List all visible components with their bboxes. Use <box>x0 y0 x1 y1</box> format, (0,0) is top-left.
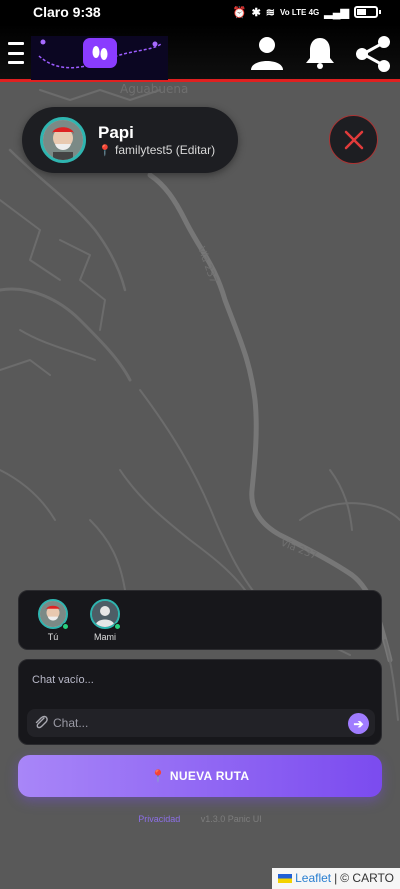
online-indicator <box>62 623 69 630</box>
svg-text:Aguabuena: Aguabuena <box>120 82 188 96</box>
app-logo <box>31 36 168 80</box>
chat-empty-text: Chat vacío... <box>32 674 94 686</box>
chat-input[interactable] <box>53 712 333 734</box>
member-tu[interactable]: Tú <box>33 599 73 642</box>
status-bar: Claro 9:38 ⏰ ✱ ≋ Vo LTE 4G ▂▄▆ <box>0 0 400 24</box>
privacy-link[interactable]: Privacidad <box>138 814 180 824</box>
profile-card[interactable]: Papi 📍 familytest5 (Editar) <box>22 107 238 173</box>
new-route-label: NUEVA RUTA <box>169 769 250 783</box>
signal-icon: ▂▄▆ <box>324 6 349 19</box>
chat-panel: Chat vacío... ➔ <box>18 659 382 745</box>
bluetooth-icon: ✱ <box>251 6 261 19</box>
footprints-logo-icon <box>83 38 117 68</box>
chat-input-row: ➔ <box>27 709 375 737</box>
status-icons: ⏰ ✱ ≋ Vo LTE 4G ▂▄▆ <box>232 6 381 19</box>
profile-location-text: familytest5 (Editar) <box>115 143 216 157</box>
profile-location[interactable]: 📍 familytest5 (Editar) <box>98 143 215 157</box>
map-attribution: Leaflet | © CARTO <box>272 868 400 889</box>
hamburger-icon[interactable] <box>8 42 24 64</box>
user-icon[interactable] <box>249 36 285 75</box>
leaflet-link[interactable]: Leaflet <box>295 871 331 885</box>
svg-text:Vía 237: Vía 237 <box>195 245 219 285</box>
close-icon <box>344 130 363 149</box>
wifi-icon: ≋ <box>265 6 276 19</box>
arrow-right-icon: ➔ <box>353 716 364 731</box>
alarm-icon: ⏰ <box>232 6 247 19</box>
member-label: Mami <box>94 632 116 642</box>
close-button[interactable] <box>329 115 378 164</box>
attribution-separator: | <box>334 871 338 885</box>
network-label: Vo LTE 4G <box>280 7 320 17</box>
battery-icon <box>354 6 381 18</box>
carrier-time: Claro 9:38 <box>33 4 101 20</box>
send-button[interactable]: ➔ <box>348 713 369 734</box>
app-bar <box>0 24 400 82</box>
footer: Privacidad v1.3.0 Panic UI <box>0 814 400 824</box>
new-route-button[interactable]: 📍 NUEVA RUTA <box>18 755 382 797</box>
pin-icon: 📍 <box>150 769 166 783</box>
version-label: v1.3.0 Panic UI <box>200 814 262 824</box>
paperclip-icon[interactable] <box>34 714 48 735</box>
profile-avatar <box>40 117 86 163</box>
share-icon[interactable] <box>354 36 392 77</box>
svg-text:Vía 237: Vía 237 <box>279 537 319 562</box>
member-label: Tú <box>47 632 59 642</box>
carto-credit: © CARTO <box>340 871 394 885</box>
online-indicator <box>114 623 121 630</box>
ukraine-flag-icon <box>278 874 293 883</box>
member-mami[interactable]: Mami <box>85 599 125 642</box>
pin-icon: 📍 <box>98 145 112 157</box>
bell-icon[interactable] <box>304 36 336 75</box>
profile-name: Papi <box>98 123 134 142</box>
members-panel: Tú Mami <box>18 590 382 650</box>
